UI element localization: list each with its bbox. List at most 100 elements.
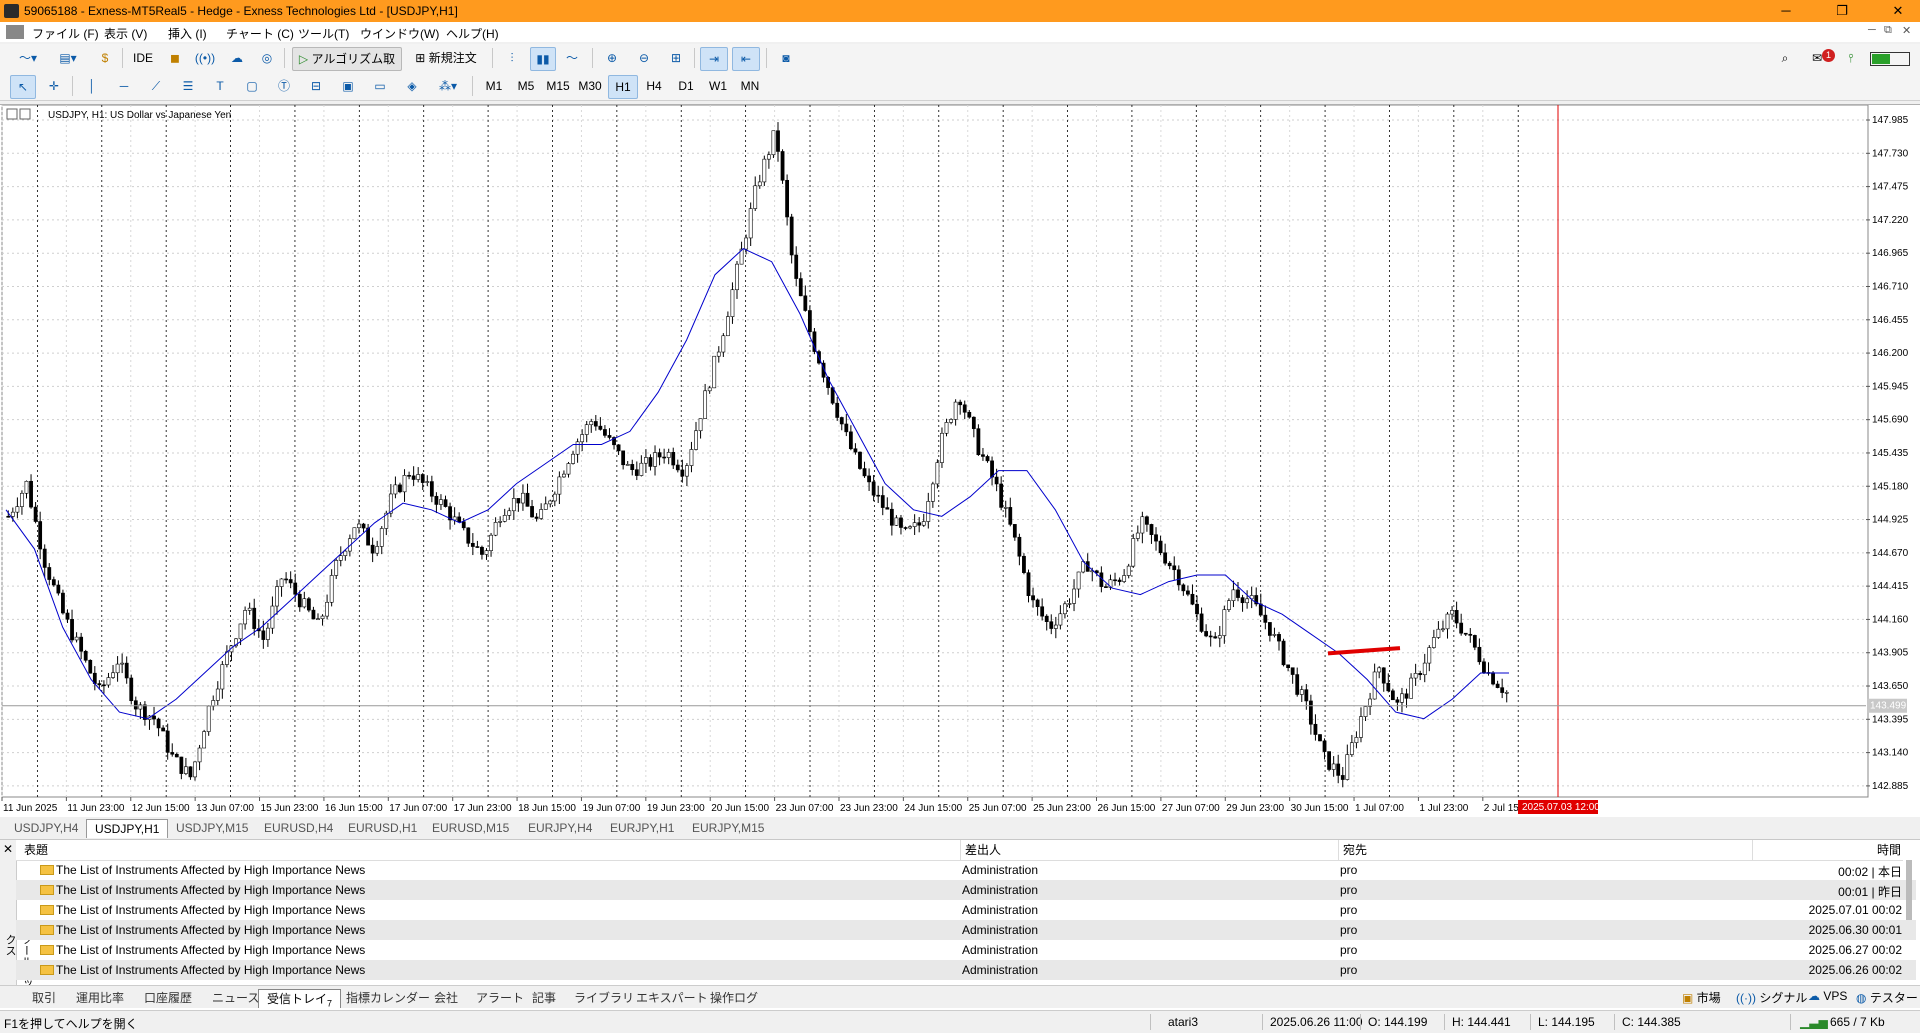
tf-w1[interactable]: W1 (704, 75, 732, 97)
mail-row[interactable]: The List of Instruments Affected by High… (16, 880, 1916, 900)
tf-h1[interactable]: H1 (608, 75, 638, 99)
rectangle-icon[interactable]: ▢ (240, 75, 264, 97)
tab-eurjpy-h4[interactable]: EURJPY,H4 (520, 819, 600, 837)
chart-window[interactable]: 147.985 147.730 147.475 147.220 146.965 146.7… (0, 104, 1920, 817)
tab-eurjpy-m15[interactable]: EURJPY,M15 (684, 819, 772, 837)
tab-articles[interactable]: 記事 (532, 989, 556, 1007)
menu-window[interactable]: ウインドウ(W) (360, 25, 439, 42)
dollar-icon[interactable]: $ (94, 47, 116, 69)
vertical-line-icon[interactable]: │ (80, 75, 104, 97)
tester-button[interactable]: ◍ テスター (1856, 989, 1918, 1006)
vps-button[interactable]: ☁ VPS (1808, 989, 1847, 1003)
tab-trade[interactable]: 取引 (32, 989, 56, 1007)
bag-icon[interactable]: ◼ (164, 47, 186, 69)
inner-close-button[interactable]: ✕ (1902, 24, 1911, 37)
menu-help[interactable]: ヘルプ(H) (446, 25, 499, 42)
autoscroll-icon[interactable]: ⇥ (700, 47, 728, 71)
tf-d1[interactable]: D1 (672, 75, 700, 97)
maximize-button[interactable]: ❐ (1820, 0, 1864, 22)
algo-trading-button[interactable]: ▷ アルゴリズム取引 (292, 47, 402, 88)
horizontal-line-icon[interactable]: ─ (112, 75, 136, 97)
text-icon[interactable]: T (208, 75, 232, 97)
globe-icon[interactable]: ◎ (256, 47, 278, 69)
chart-menu-icon[interactable] (6, 108, 18, 120)
tab-usdjpy-h4[interactable]: USDJPY,H4 (6, 819, 86, 837)
tab-experts[interactable]: エキスパート (636, 989, 708, 1007)
tab-history[interactable]: 口座履歴 (144, 989, 192, 1007)
menu-chart[interactable]: チャート (C) (226, 25, 294, 42)
templates-icon[interactable]: ▤▾ (50, 47, 86, 69)
tab-journal[interactable]: 操作ログ (710, 989, 758, 1007)
profile-name[interactable]: atari3 (1168, 1015, 1198, 1029)
inner-restore-button[interactable]: ⧉ (1884, 24, 1892, 37)
line-chart-icon[interactable]: 〜 (560, 47, 584, 69)
candle-body (1149, 524, 1154, 535)
tab-eurusd-m15[interactable]: EURUSD,M15 (424, 819, 517, 837)
tf-h4[interactable]: H4 (640, 75, 668, 97)
shapes-menu-icon[interactable]: ⁂▾ (430, 75, 466, 97)
channel-icon[interactable]: ☰ (176, 75, 200, 97)
chart-window-icon[interactable] (19, 108, 31, 120)
mail-row[interactable]: The List of Instruments Affected by High… (16, 900, 1916, 920)
toolbox-close-button[interactable]: ✕ (3, 842, 13, 856)
tab-exposure[interactable]: 運用比率 (76, 989, 124, 1007)
tab-mailbox[interactable]: 受信トレイ7 (258, 989, 342, 1008)
bar-chart-icon[interactable]: ⫶ (500, 47, 524, 69)
cloud-icon[interactable]: ☁ (226, 47, 248, 69)
chart-type-icon[interactable]: 〜▾ (10, 47, 46, 69)
new-order-button[interactable]: ⊞ 新規注文 (408, 47, 484, 69)
zoom-in-icon[interactable]: ⊕ (600, 47, 624, 69)
screenshot-icon[interactable]: ◙ (774, 47, 798, 69)
mail-row[interactable]: The List of Instruments Affected by High… (16, 940, 1916, 960)
tab-alerts[interactable]: アラート (476, 989, 524, 1007)
tf-m30[interactable]: M30 (576, 75, 604, 97)
ellipse-icon[interactable]: ◈ (400, 75, 424, 97)
text-label-icon[interactable]: Ⓣ (272, 75, 296, 97)
close-button[interactable]: ✕ (1876, 0, 1920, 22)
trendline-icon[interactable]: ⟋ (144, 75, 168, 97)
column-header-from[interactable]: 差出人 (960, 840, 1339, 861)
menu-insert[interactable]: 挿入 (I) (168, 25, 207, 42)
ide-button[interactable]: IDE (128, 47, 158, 69)
ok-button-icon[interactable]: ▭ (368, 75, 392, 97)
tab-usdjpy-h1[interactable]: USDJPY,H1 (86, 819, 169, 838)
tab-eurusd-h4[interactable]: EURUSD,H4 (256, 819, 341, 837)
chart-shift-icon[interactable]: ⇤ (732, 47, 760, 71)
grid-icon[interactable]: ⊞ (664, 47, 688, 69)
tab-company[interactable]: 会社 (434, 989, 458, 1007)
column-header-to[interactable]: 宛先 (1338, 840, 1753, 861)
signal-icon[interactable]: ((•)) (194, 47, 216, 69)
mail-row[interactable]: The List of Instruments Affected by High… (16, 960, 1916, 980)
candlestick-icon[interactable]: ▮▮ (530, 47, 556, 71)
scrollbar-thumb[interactable] (1906, 860, 1912, 920)
minimize-button[interactable]: ─ (1764, 0, 1808, 22)
tab-calendar[interactable]: 指標カレンダー (346, 989, 430, 1007)
menu-view[interactable]: 表示 (V) (104, 25, 147, 42)
tf-m1[interactable]: M1 (480, 75, 508, 97)
signal-level-icon[interactable]: ⫯ (1840, 47, 1862, 69)
chart-object-icon[interactable]: ▣ (336, 75, 360, 97)
tf-m15[interactable]: M15 (544, 75, 572, 97)
column-header-time[interactable]: 時間 (1752, 840, 1903, 861)
mail-row[interactable]: The List of Instruments Affected by High… (16, 860, 1916, 880)
crosshair-icon[interactable]: ✛ (42, 75, 66, 97)
tf-m5[interactable]: M5 (512, 75, 540, 97)
price-chart[interactable]: 147.985 147.730 147.475 147.220 146.965 146.7… (0, 105, 1920, 817)
tab-usdjpy-m15[interactable]: USDJPY,M15 (168, 819, 256, 837)
tab-eurusd-h1[interactable]: EURUSD,H1 (340, 819, 425, 837)
search-icon[interactable]: ⌕ (1774, 47, 1796, 69)
signals-button[interactable]: ((·)) シグナル (1736, 989, 1807, 1006)
menu-file[interactable]: ファイル (F) (32, 25, 99, 42)
tf-mn[interactable]: MN (736, 75, 764, 97)
column-header-subject[interactable]: 表題 (16, 840, 960, 861)
arrow-label-icon[interactable]: ⊟ (304, 75, 328, 97)
menu-tools[interactable]: ツール(T) (298, 25, 349, 42)
market-button[interactable]: ▣ 市場 (1682, 989, 1721, 1006)
inner-minimize-button[interactable]: ─ (1868, 24, 1876, 36)
mail-row[interactable]: The List of Instruments Affected by High… (16, 920, 1916, 940)
tab-news[interactable]: ニュース (212, 989, 259, 1007)
tab-library[interactable]: ライブラリ (574, 989, 634, 1007)
cursor-icon[interactable]: ↖ (10, 75, 36, 99)
zoom-out-icon[interactable]: ⊖ (632, 47, 656, 69)
tab-eurjpy-h1[interactable]: EURJPY,H1 (602, 819, 682, 837)
